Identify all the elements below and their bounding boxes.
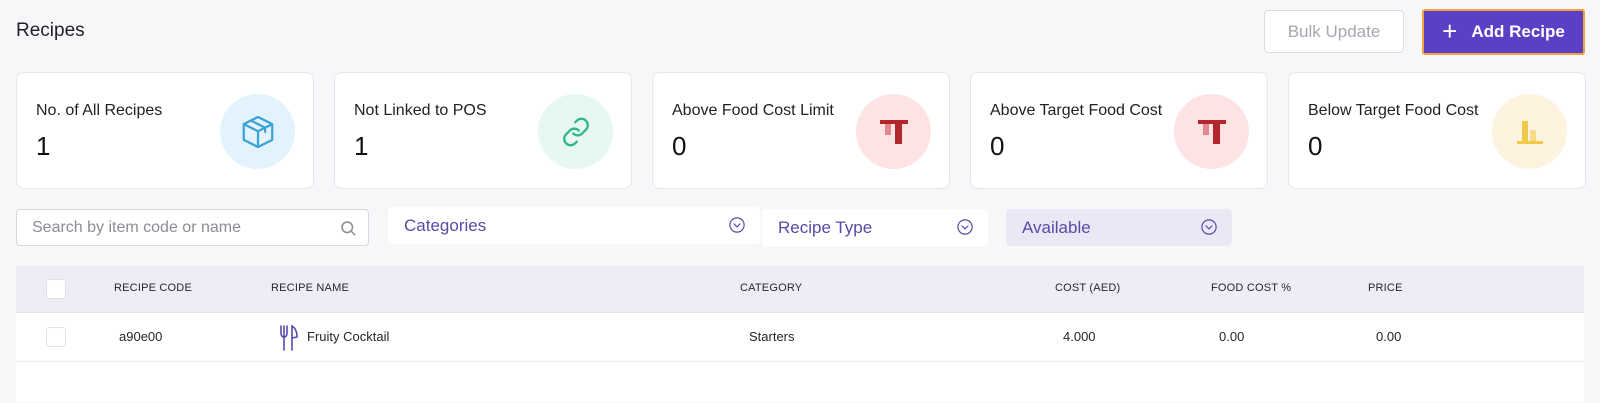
recipe-type-dropdown[interactable]: Recipe Type xyxy=(762,209,988,246)
add-recipe-label: Add Recipe xyxy=(1471,22,1565,41)
bar-up-icon xyxy=(1174,94,1249,169)
stat-card-not-linked-pos[interactable]: Not Linked to POS 1 xyxy=(334,72,632,189)
available-label: Available xyxy=(1022,217,1091,237)
search-box[interactable] xyxy=(16,209,369,246)
categories-label: Categories xyxy=(404,215,487,235)
table-header: RECIPE CODE RECIPE NAME CATEGORY COST (A… xyxy=(16,266,1584,313)
stat-label: No. of All Recipes xyxy=(36,102,163,119)
recipes-table: RECIPE CODE RECIPE NAME CATEGORY COST (A… xyxy=(16,266,1584,402)
plus-icon: + xyxy=(1442,16,1458,46)
bar-down-icon xyxy=(1492,94,1567,169)
stat-label: Above Food Cost Limit xyxy=(672,102,834,119)
column-header-price[interactable]: PRICE xyxy=(1368,282,1403,294)
cell-cost: 4.000 xyxy=(1063,329,1096,344)
search-input[interactable] xyxy=(32,210,322,245)
link-icon xyxy=(538,94,613,169)
table-row[interactable]: a90e00 Fruity Cocktail Starters 4.000 0.… xyxy=(16,313,1584,362)
stat-value: 1 xyxy=(36,131,51,161)
available-dropdown[interactable]: Available xyxy=(1006,209,1232,246)
bulk-update-button[interactable]: Bulk Update xyxy=(1264,10,1404,53)
chevron-down-icon xyxy=(728,216,746,239)
column-header-cost[interactable]: COST (AED) xyxy=(1055,282,1120,294)
search-icon[interactable] xyxy=(339,219,357,242)
stat-label: Below Target Food Cost xyxy=(1308,102,1479,119)
stat-card-above-cost-limit[interactable]: Above Food Cost Limit 0 xyxy=(652,72,950,189)
column-header-recipe-code[interactable]: RECIPE CODE xyxy=(114,282,192,294)
column-header-recipe-name[interactable]: RECIPE NAME xyxy=(271,282,349,294)
stat-card-above-target-cost[interactable]: Above Target Food Cost 0 xyxy=(970,72,1268,189)
bar-up-icon xyxy=(856,94,931,169)
chevron-down-icon xyxy=(1200,218,1218,241)
cell-price: 0.00 xyxy=(1376,329,1402,344)
column-header-food-cost-pct[interactable]: FOOD COST % xyxy=(1211,282,1291,294)
stat-value: 1 xyxy=(354,131,369,161)
add-recipe-button[interactable]: + Add Recipe xyxy=(1422,9,1585,55)
cell-food-cost-pct: 0.00 xyxy=(1219,329,1245,344)
table-empty-area xyxy=(16,362,1584,402)
row-checkbox[interactable] xyxy=(46,327,66,347)
recipe-type-label: Recipe Type xyxy=(778,217,873,237)
fork-knife-icon xyxy=(279,324,299,357)
cell-recipe-code: a90e00 xyxy=(119,329,163,344)
box-icon xyxy=(220,94,295,169)
stat-card-below-target-cost[interactable]: Below Target Food Cost 0 xyxy=(1288,72,1586,189)
cell-recipe-name[interactable]: Fruity Cocktail xyxy=(307,329,389,344)
stat-label: Not Linked to POS xyxy=(354,102,487,119)
column-header-category[interactable]: CATEGORY xyxy=(740,282,802,294)
stats-cards: No. of All Recipes 1 Not Linked to POS 1… xyxy=(16,72,1586,189)
select-all-checkbox[interactable] xyxy=(46,279,66,299)
chevron-down-icon xyxy=(956,218,974,241)
categories-dropdown[interactable]: Categories xyxy=(388,207,760,244)
cell-category: Starters xyxy=(749,329,795,344)
stat-value: 0 xyxy=(990,131,1005,161)
stat-label: Above Target Food Cost xyxy=(990,102,1163,119)
page-title: Recipes xyxy=(16,20,85,41)
stat-card-all-recipes[interactable]: No. of All Recipes 1 xyxy=(16,72,314,189)
stat-value: 0 xyxy=(1308,131,1323,161)
stat-value: 0 xyxy=(672,131,687,161)
